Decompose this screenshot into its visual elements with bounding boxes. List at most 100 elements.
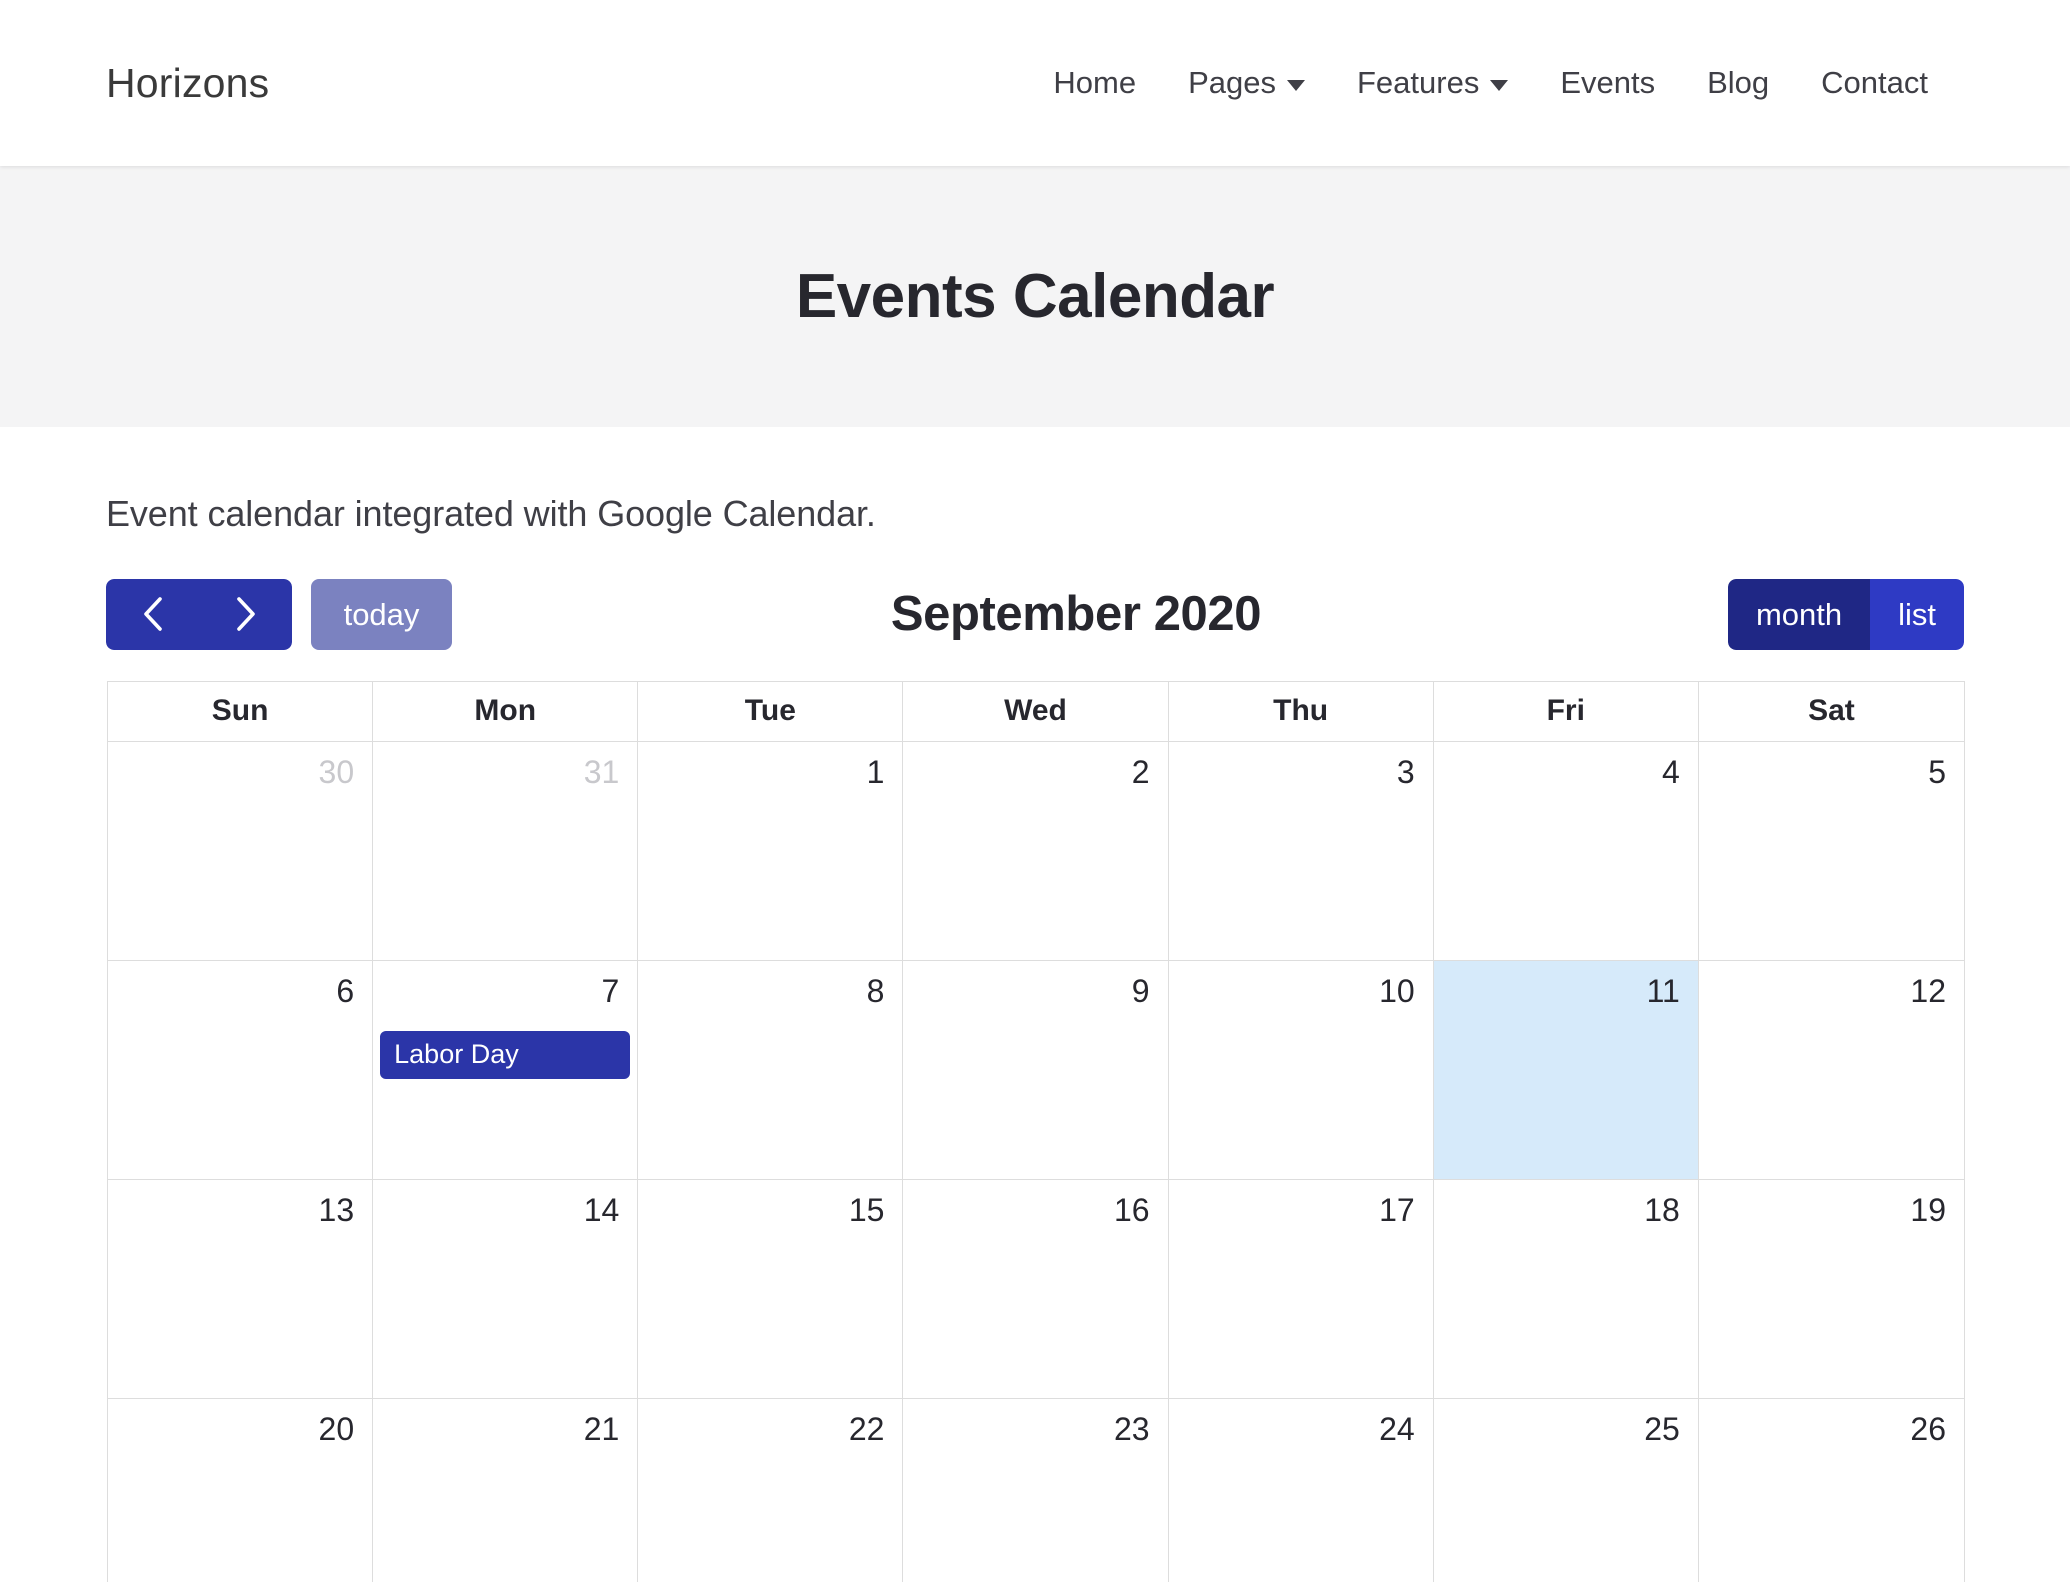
calendar-day-cell[interactable]: 9: [903, 961, 1169, 1179]
page-title: Events Calendar: [795, 262, 1275, 331]
calendar-day-cell[interactable]: 3: [1169, 742, 1434, 960]
calendar-day-cell[interactable]: 24: [1169, 1399, 1434, 1582]
calendar-event[interactable]: Labor Day: [380, 1030, 631, 1079]
calendar-day-cell[interactable]: 17: [1169, 1180, 1434, 1398]
calendar-week-row: 13 14 15 16 17 18 19: [108, 1180, 1964, 1399]
calendar-day-cell[interactable]: 25: [1434, 1399, 1699, 1582]
calendar-day-number[interactable]: 18: [1434, 1193, 1698, 1228]
calendar-toolbar: today September 2020 month list: [106, 575, 1964, 653]
calendar-day-number[interactable]: 11: [1434, 974, 1698, 1009]
calendar-day-cell[interactable]: 2: [903, 742, 1169, 960]
nav-item-events[interactable]: Events: [1534, 55, 1681, 111]
calendar-day-cell[interactable]: 30: [108, 742, 374, 960]
next-month-button[interactable]: [199, 578, 292, 650]
calendar-day-cell[interactable]: 16: [903, 1180, 1169, 1398]
calendar-day-number[interactable]: 12: [1699, 974, 1964, 1009]
calendar-day-number[interactable]: 6: [108, 974, 372, 1009]
calendar-day-cell[interactable]: 31: [373, 742, 639, 960]
calendar-day-number[interactable]: 17: [1169, 1193, 1433, 1228]
calendar-day-cell[interactable]: 8: [638, 961, 904, 1179]
site-logo[interactable]: Horizons: [106, 60, 269, 107]
calendar-day-cell[interactable]: 22: [638, 1399, 904, 1582]
calendar-day-number[interactable]: 19: [1699, 1193, 1964, 1228]
calendar-weekday-mon: Mon: [373, 682, 639, 741]
calendar-day-number[interactable]: 22: [638, 1412, 902, 1447]
view-switcher-group: month list: [1727, 578, 1964, 650]
calendar-week-row: 20 21 22 23 24 25 26: [108, 1399, 1964, 1582]
calendar-day-number[interactable]: 3: [1169, 755, 1433, 790]
calendar-day-cell[interactable]: 14: [373, 1180, 639, 1398]
calendar-day-number[interactable]: 5: [1699, 755, 1964, 790]
calendar-week-row: 30 31 1 2 3 4 5: [108, 742, 1964, 961]
calendar-day-number[interactable]: 9: [903, 974, 1167, 1009]
calendar-day-number[interactable]: 23: [903, 1412, 1167, 1447]
calendar-day-number[interactable]: 24: [1169, 1412, 1433, 1447]
calendar-grid: Sun Mon Tue Wed Thu Fri Sat 30 31 1 2 3 4 5 6 7 Labor D…: [107, 681, 1965, 1582]
calendar-body: 30 31 1 2 3 4 5 6 7 Labor Day 8 9 10 11 12 13 14 15 16 17 18…: [108, 742, 1964, 1582]
calendar-day-number[interactable]: 30: [108, 755, 372, 790]
nav-item-blog[interactable]: Blog: [1681, 55, 1795, 111]
calendar-day-cell[interactable]: 10: [1169, 961, 1434, 1179]
calendar-day-cell[interactable]: 21: [373, 1399, 639, 1582]
nav-item-label: Events: [1560, 65, 1656, 100]
calendar-day-cell[interactable]: 5: [1699, 742, 1964, 960]
calendar-day-number[interactable]: 8: [638, 974, 902, 1009]
calendar-day-cell[interactable]: 11: [1433, 961, 1699, 1179]
calendar-day-number[interactable]: 20: [108, 1412, 372, 1447]
nav-item-home[interactable]: Home: [1027, 55, 1162, 111]
nav-item-label: Blog: [1707, 65, 1770, 100]
nav-item-label: Contact: [1821, 65, 1928, 100]
nav-item-label: Home: [1053, 65, 1137, 100]
calendar-day-cell[interactable]: 18: [1434, 1180, 1699, 1398]
view-list-button[interactable]: list: [1870, 578, 1964, 650]
calendar-weekday-wed: Wed: [903, 682, 1169, 741]
site-navbar: Horizons Home Pages Features Events Blog Cont…: [0, 0, 2070, 166]
view-month-button[interactable]: month: [1727, 578, 1871, 650]
calendar-weekday-tue: Tue: [638, 682, 904, 741]
main-content: Event calendar integrated with Google Ca…: [0, 427, 2070, 1582]
calendar-day-cell[interactable]: 6: [108, 961, 374, 1179]
calendar-day-cell[interactable]: 7 Labor Day: [373, 961, 639, 1179]
calendar-day-cell[interactable]: 13: [108, 1180, 374, 1398]
calendar-weekday-thu: Thu: [1169, 682, 1434, 741]
calendar-day-cell[interactable]: 4: [1434, 742, 1699, 960]
calendar-day-cell[interactable]: 19: [1699, 1180, 1964, 1398]
calendar-period-title: September 2020: [890, 587, 1262, 641]
calendar-day-number[interactable]: 21: [373, 1412, 637, 1447]
page-hero: Events Calendar: [0, 166, 2070, 427]
today-button[interactable]: today: [311, 578, 452, 650]
calendar-day-cell[interactable]: 20: [108, 1399, 374, 1582]
nav-item-contact[interactable]: Contact: [1795, 55, 1954, 111]
calendar-day-cell[interactable]: 15: [638, 1180, 904, 1398]
calendar-day-number[interactable]: 25: [1434, 1412, 1698, 1447]
calendar-weekday-header: Sun Mon Tue Wed Thu Fri Sat: [108, 682, 1964, 742]
nav-item-features[interactable]: Features: [1331, 55, 1534, 111]
calendar-day-number[interactable]: 13: [108, 1193, 372, 1228]
nav-item-pages[interactable]: Pages: [1162, 55, 1331, 111]
calendar-week-row: 6 7 Labor Day 8 9 10 11 12: [108, 961, 1964, 1180]
chevron-right-icon: [236, 597, 255, 631]
nav-item-label: Features: [1356, 65, 1480, 100]
calendar-nav-controls: today: [106, 578, 452, 650]
calendar-day-number[interactable]: 15: [638, 1193, 902, 1228]
calendar-day-number[interactable]: 31: [373, 755, 637, 790]
calendar-day-cell[interactable]: 12: [1699, 961, 1964, 1179]
calendar-day-cell[interactable]: 1: [638, 742, 904, 960]
prev-month-button[interactable]: [106, 578, 199, 650]
calendar-weekday-sun: Sun: [108, 682, 374, 741]
primary-navigation: Home Pages Features Events Blog Contact: [1027, 55, 1954, 111]
calendar-day-number[interactable]: 2: [903, 755, 1167, 790]
calendar-day-number[interactable]: 16: [903, 1193, 1167, 1228]
calendar-day-number[interactable]: 14: [373, 1193, 637, 1228]
calendar-weekday-fri: Fri: [1434, 682, 1699, 741]
calendar-day-cell[interactable]: 26: [1699, 1399, 1964, 1582]
calendar-day-number[interactable]: 7: [373, 974, 637, 1009]
calendar-weekday-sat: Sat: [1808, 694, 1855, 727]
calendar-day-number[interactable]: 26: [1699, 1412, 1964, 1447]
calendar-day-number[interactable]: 10: [1169, 974, 1433, 1009]
calendar-day-number[interactable]: 4: [1434, 755, 1698, 790]
prev-next-button-group: [106, 578, 292, 650]
calendar-day-number[interactable]: 1: [638, 755, 902, 790]
chevron-down-icon: [1490, 79, 1509, 91]
calendar-day-cell[interactable]: 23: [903, 1399, 1169, 1582]
